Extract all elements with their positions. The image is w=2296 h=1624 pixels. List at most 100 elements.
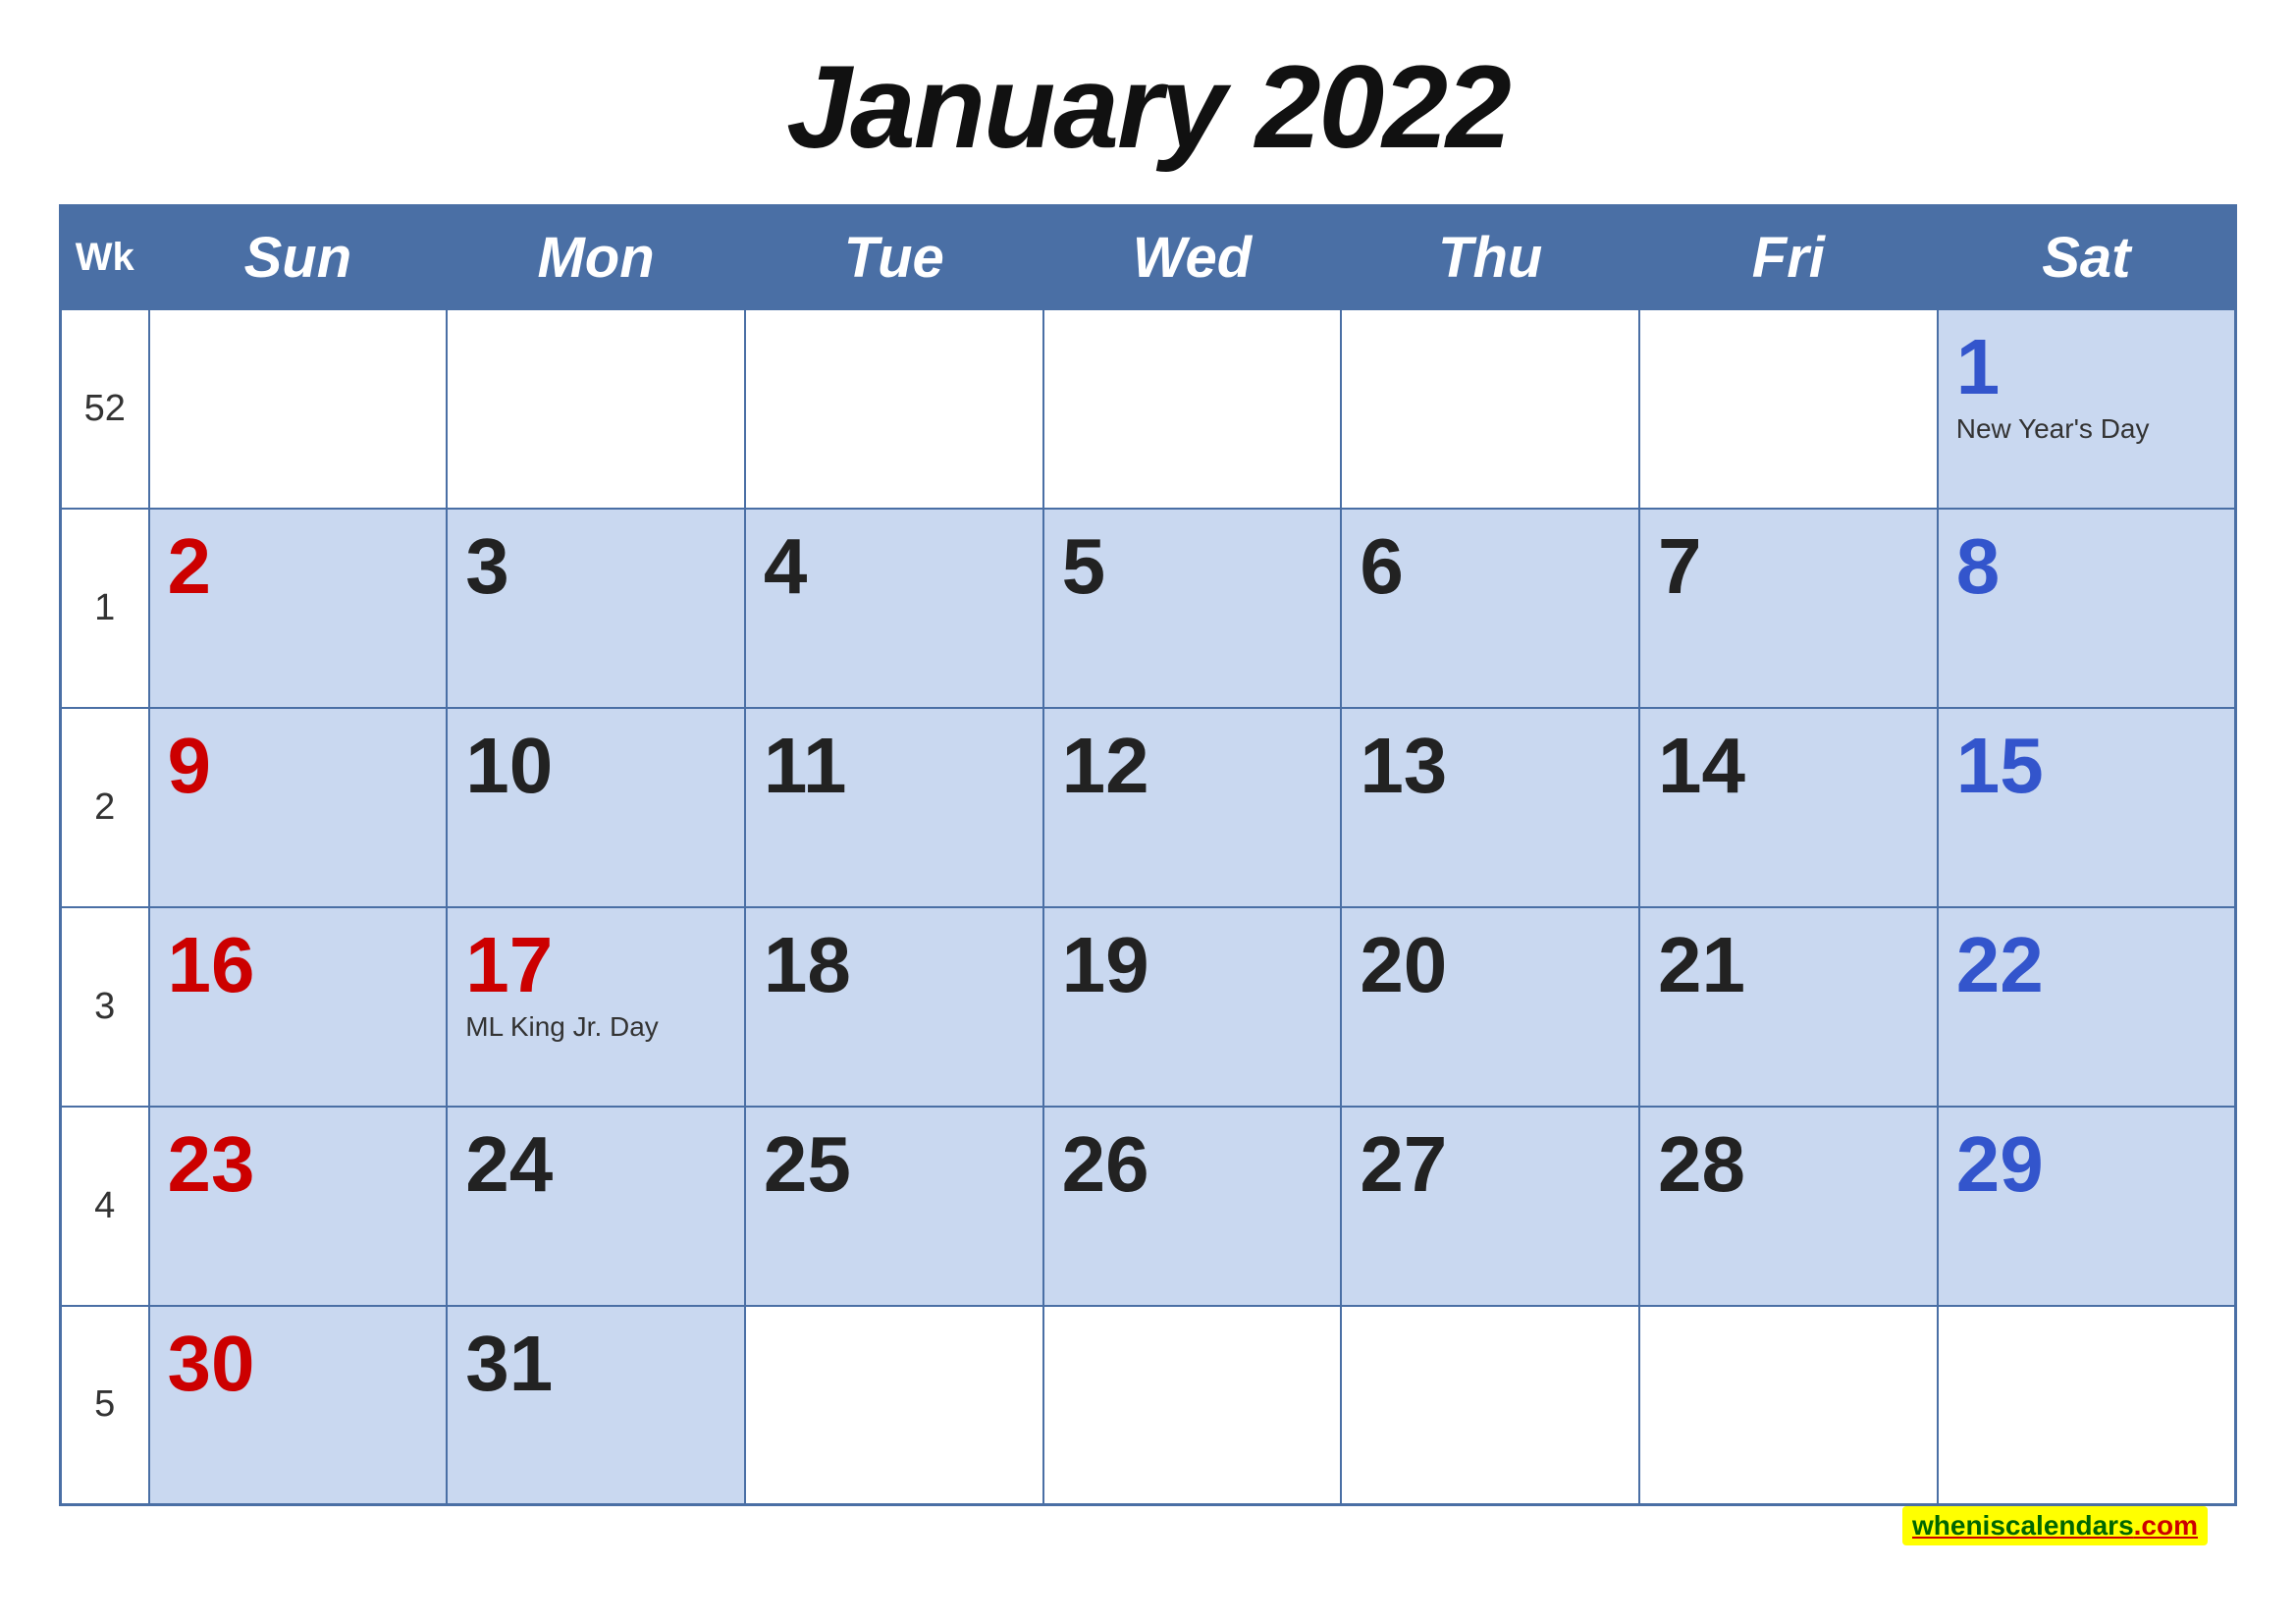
day-number: 21 — [1658, 926, 1915, 1004]
day-number: 23 — [168, 1125, 425, 1204]
day-number: 3 — [465, 527, 722, 606]
day-cell: 11 — [745, 708, 1043, 907]
calendar-week-row: 29 10 11 12 13 14 15 — [61, 708, 2236, 907]
fri-column-header: Fri — [1639, 206, 1938, 310]
day-cell: 8 — [1938, 509, 2236, 708]
day-number: 16 — [168, 926, 425, 1004]
day-number: 25 — [764, 1125, 1021, 1204]
day-number: 29 — [1956, 1125, 2213, 1204]
day-number: 26 — [1062, 1125, 1319, 1204]
day-cell: 20 — [1341, 907, 1639, 1107]
day-cell: 25 — [745, 1107, 1043, 1306]
day-number: 12 — [1062, 727, 1319, 805]
day-cell: 5 — [1043, 509, 1342, 708]
sat-column-header: Sat — [1938, 206, 2236, 310]
day-number: 24 — [465, 1125, 722, 1204]
day-number: 9 — [168, 727, 425, 805]
day-number: 7 — [1658, 527, 1915, 606]
holiday-label: New Year's Day — [1956, 412, 2213, 446]
day-cell — [1043, 1306, 1342, 1505]
day-cell — [1341, 1306, 1639, 1505]
calendar-week-row: 52 1 New Year's Day — [61, 309, 2236, 509]
day-cell: 6 — [1341, 509, 1639, 708]
day-cell: 27 — [1341, 1107, 1639, 1306]
day-cell: 24 — [447, 1107, 745, 1306]
day-cell: 21 — [1639, 907, 1938, 1107]
day-cell: 29 — [1938, 1107, 2236, 1306]
day-number: 20 — [1360, 926, 1617, 1004]
day-number: 28 — [1658, 1125, 1915, 1204]
day-cell: 7 — [1639, 509, 1938, 708]
watermark-text2: .com — [2134, 1510, 2198, 1541]
day-number: 6 — [1360, 527, 1617, 606]
day-cell: 18 — [745, 907, 1043, 1107]
day-cell — [745, 1306, 1043, 1505]
day-number: 19 — [1062, 926, 1319, 1004]
sun-column-header: Sun — [149, 206, 448, 310]
day-cell: 17 ML King Jr. Day — [447, 907, 745, 1107]
day-cell: 4 — [745, 509, 1043, 708]
holiday-label: ML King Jr. Day — [465, 1010, 722, 1044]
day-number: 11 — [764, 727, 1021, 805]
tue-column-header: Tue — [745, 206, 1043, 310]
day-number: 18 — [764, 926, 1021, 1004]
day-cell: 12 — [1043, 708, 1342, 907]
day-number: 13 — [1360, 727, 1617, 805]
day-cell: 28 — [1639, 1107, 1938, 1306]
day-cell — [1341, 309, 1639, 509]
wk-cell: 2 — [61, 708, 149, 907]
calendar-week-row: 316 17 ML King Jr. Day 18 19 20 21 22 — [61, 907, 2236, 1107]
page-title: January 2022 — [786, 39, 1510, 175]
day-cell: 10 — [447, 708, 745, 907]
day-cell — [745, 309, 1043, 509]
calendar-table: Wk Sun Mon Tue Wed Thu Fri Sat 521New Ye… — [59, 204, 2237, 1506]
wk-cell: 1 — [61, 509, 149, 708]
wk-cell: 3 — [61, 907, 149, 1107]
watermark-text1: wheniscalendars — [1912, 1510, 2134, 1541]
day-number: 15 — [1956, 727, 2213, 805]
wk-cell: 52 — [61, 309, 149, 509]
day-number: 1 — [1956, 328, 2213, 406]
calendar-header-row: Wk Sun Mon Tue Wed Thu Fri Sat — [61, 206, 2236, 310]
wk-cell: 4 — [61, 1107, 149, 1306]
day-cell: 31 — [447, 1306, 745, 1505]
day-cell: 30 — [149, 1306, 448, 1505]
calendar-week-row: 12345678 — [61, 509, 2236, 708]
day-number: 31 — [465, 1325, 722, 1403]
day-cell: 19 — [1043, 907, 1342, 1107]
day-cell: 3 — [447, 509, 745, 708]
day-cell — [149, 309, 448, 509]
day-number: 5 — [1062, 527, 1319, 606]
day-cell: 26 — [1043, 1107, 1342, 1306]
day-cell — [1639, 309, 1938, 509]
day-number: 27 — [1360, 1125, 1617, 1204]
day-cell: 14 — [1639, 708, 1938, 907]
day-number: 8 — [1956, 527, 2213, 606]
day-number: 4 — [764, 527, 1021, 606]
day-cell: 1 New Year's Day — [1938, 309, 2236, 509]
wk-cell: 5 — [61, 1306, 149, 1505]
day-cell: 2 — [149, 509, 448, 708]
day-cell: 9 — [149, 708, 448, 907]
day-number: 2 — [168, 527, 425, 606]
day-cell: 22 — [1938, 907, 2236, 1107]
day-cell: 13 — [1341, 708, 1639, 907]
day-number: 22 — [1956, 926, 2213, 1004]
day-number: 17 — [465, 926, 722, 1004]
calendar-week-row: 530 31 — [61, 1306, 2236, 1505]
thu-column-header: Thu — [1341, 206, 1639, 310]
calendar-week-row: 423 24 25 26 27 28 29 — [61, 1107, 2236, 1306]
day-number: 30 — [168, 1325, 425, 1403]
day-cell — [1043, 309, 1342, 509]
day-number: 10 — [465, 727, 722, 805]
day-cell — [1938, 1306, 2236, 1505]
wk-column-header: Wk — [61, 206, 149, 310]
day-cell: 15 — [1938, 708, 2236, 907]
watermark: wheniscalendars.com — [1902, 1506, 2208, 1545]
wed-column-header: Wed — [1043, 206, 1342, 310]
mon-column-header: Mon — [447, 206, 745, 310]
day-cell: 23 — [149, 1107, 448, 1306]
day-cell — [447, 309, 745, 509]
day-number: 14 — [1658, 727, 1915, 805]
day-cell — [1639, 1306, 1938, 1505]
